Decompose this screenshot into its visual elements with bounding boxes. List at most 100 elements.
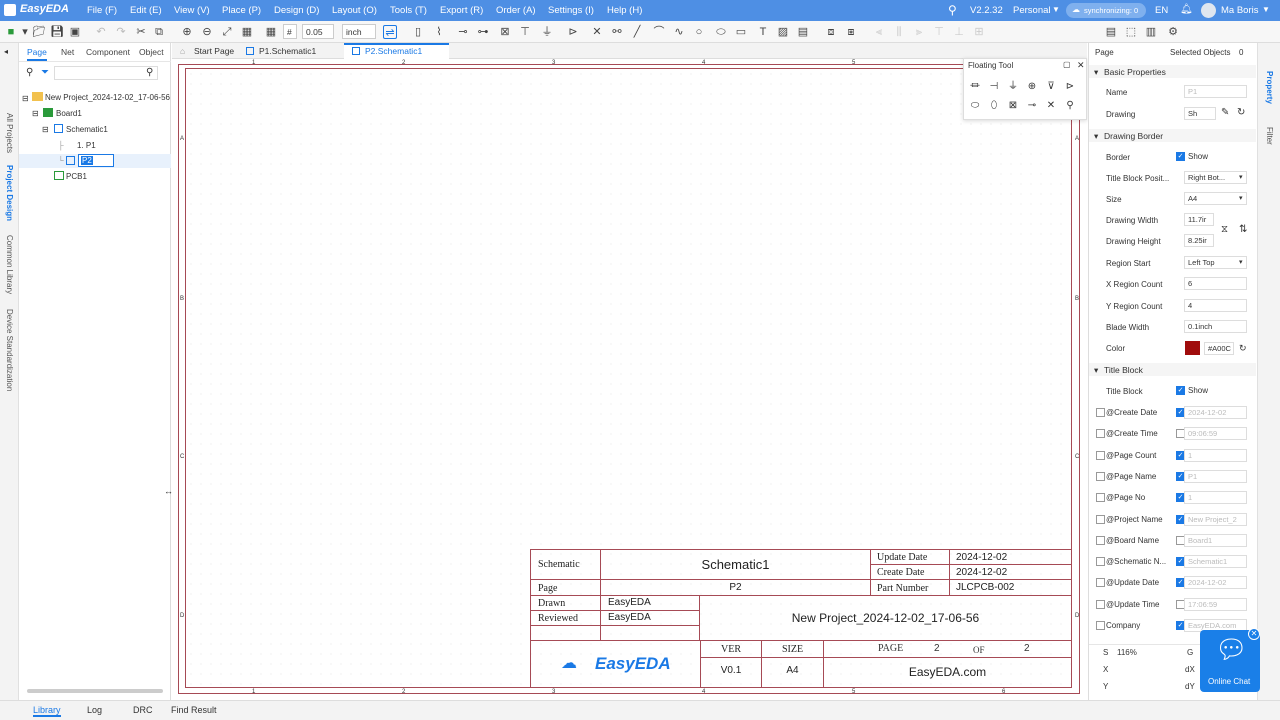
field-value[interactable]: 1 [1184, 448, 1247, 462]
field-value[interactable]: 17:06:59 [1184, 597, 1247, 611]
reset-icon[interactable]: ↻ [1239, 343, 1247, 354]
refresh-icon[interactable]: ↻ [1237, 107, 1245, 118]
chevron-down-icon[interactable]: ▼ [1262, 5, 1270, 14]
tab-find-result[interactable]: Find Result [171, 705, 217, 715]
field-enable-checkbox[interactable] [1096, 408, 1105, 417]
save-icon[interactable]: 💾︎ [50, 25, 64, 39]
image-icon[interactable]: ▨ [776, 25, 790, 39]
align-middle-icon[interactable]: ⊥ [952, 25, 966, 39]
floating-tool[interactable]: Floating Tool ▢ ✕ ⏛ ⊣ ⏚ ⊕ ⊽ ⊳ ⬭ ⬯ ⊠ ⊸ ✕ … [963, 58, 1087, 120]
bus-icon[interactable]: ▯ [411, 25, 425, 39]
tree-schematic[interactable]: Schematic1 [66, 125, 108, 134]
collapse-icon[interactable]: ⊟ [42, 125, 49, 134]
menu-place[interactable]: Place (P) [222, 5, 261, 16]
zoom-in-icon[interactable]: ⊕ [180, 25, 194, 39]
tree-pcb[interactable]: PCB1 [66, 172, 87, 181]
zoom-out-icon[interactable]: ⊖ [200, 25, 214, 39]
title-block[interactable]: Schematic Schematic1 Update Date 2024-12… [530, 549, 1072, 688]
text-icon[interactable]: T [756, 25, 770, 39]
bezier-icon[interactable]: ∿ [672, 25, 686, 39]
new-icon[interactable]: ■ [4, 25, 18, 39]
bom-icon[interactable]: ▤ [1104, 25, 1118, 39]
tab-page[interactable]: Page [27, 47, 47, 61]
tab-drc[interactable]: DRC [133, 705, 153, 715]
swap-icon[interactable]: ⇅ [1239, 224, 1247, 235]
bidir-port-icon[interactable]: ⬯ [987, 99, 1001, 113]
align-right-icon[interactable]: ⫸ [912, 25, 926, 39]
collapse-icon[interactable]: ⊟ [22, 94, 29, 103]
junction-icon[interactable]: ⊸ [1025, 99, 1039, 113]
snap-icon[interactable]: ⇌ [383, 25, 397, 39]
junction-icon[interactable]: ⊤ [518, 25, 532, 39]
search-icon[interactable]: ⚲ [146, 67, 153, 78]
section-title-block[interactable]: Title Block [1104, 365, 1143, 375]
region-start-select[interactable]: Left Top [1184, 256, 1247, 269]
height-field[interactable]: 8.25ir [1184, 234, 1214, 247]
field-value[interactable]: 2024-12-02 [1184, 406, 1247, 419]
probe-icon[interactable]: ⚲ [1063, 99, 1077, 113]
user-name[interactable]: Ma Boris [1221, 5, 1258, 16]
line-icon[interactable]: ╱ [630, 25, 644, 39]
net-port-icon[interactable]: ⊳ [1063, 80, 1077, 94]
align-left-icon[interactable]: ⫷ [872, 25, 886, 39]
netlist-icon[interactable]: ⬚ [1124, 25, 1138, 39]
field-enable-checkbox[interactable] [1096, 535, 1105, 545]
menu-design[interactable]: Design (D) [274, 5, 319, 16]
field-enable-checkbox[interactable] [1096, 514, 1105, 524]
no-connect-flag-icon[interactable]: ✕ [1044, 99, 1058, 113]
collapse-icon[interactable]: ◂ [4, 47, 8, 56]
tab-component[interactable]: Component [86, 47, 130, 57]
tab-p1-schematic[interactable]: P1.Schematic1 [259, 46, 316, 56]
arrow-down-icon[interactable]: ⊽ [1044, 80, 1058, 94]
field-enable-checkbox[interactable] [1096, 493, 1105, 503]
field-value[interactable]: Board1 [1184, 533, 1247, 547]
field-value[interactable]: 09:06:59 [1184, 427, 1247, 441]
tab-common-library[interactable]: Common Library [5, 235, 14, 294]
y-region-count-field[interactable]: 4 [1184, 299, 1247, 312]
field-enable-checkbox[interactable] [1096, 599, 1105, 609]
no-connect-icon[interactable]: ⊠ [1006, 99, 1020, 113]
menu-export[interactable]: Export (R) [440, 5, 483, 16]
fit-icon[interactable]: ⤢ [220, 25, 234, 39]
align-top-icon[interactable]: ⊤ [932, 25, 946, 39]
tab-start-page[interactable]: Start Page [194, 46, 234, 56]
menu-edit[interactable]: Edit (E) [130, 5, 162, 16]
menu-layout[interactable]: Layout (O) [332, 5, 377, 16]
menu-help[interactable]: Help (H) [607, 5, 642, 16]
filter-icon[interactable]: ⏷ [41, 67, 49, 78]
horizontal-scrollbar[interactable] [27, 689, 163, 693]
tab-property[interactable]: Property [1265, 71, 1274, 104]
menu-file[interactable]: File (F) [87, 5, 117, 16]
grid-icon[interactable]: ▦ [264, 25, 278, 39]
lock-ratio-icon[interactable]: ⧖ [1221, 224, 1228, 235]
distribute-icon[interactable]: ⊞ [972, 25, 986, 39]
tree-page-p1[interactable]: 1. P1 [77, 141, 96, 150]
field-enable-checkbox[interactable] [1096, 557, 1105, 567]
save-all-icon[interactable]: ▣ [68, 25, 82, 39]
field-value[interactable]: 2024-12-02 [1184, 576, 1247, 590]
tab-p2-schematic[interactable]: P2.Schematic1 [365, 46, 422, 56]
tab-device-standardization[interactable]: Device Standardization [5, 309, 14, 391]
layers-icon[interactable]: ▥ [1144, 25, 1158, 39]
size-select[interactable]: A4 [1184, 192, 1247, 205]
probe-icon[interactable]: ⚯ [610, 25, 624, 39]
section-drawing-border[interactable]: Drawing Border [1104, 131, 1163, 141]
menu-view[interactable]: View (V) [174, 5, 210, 16]
collapse-icon[interactable]: ⊟ [32, 109, 39, 118]
unit-select[interactable]: inch [342, 24, 376, 39]
undo-icon[interactable]: ↶ [94, 25, 108, 39]
tree-project[interactable]: New Project_2024-12-02_17-06-56 [45, 93, 170, 102]
bell-icon[interactable]: 🔔︎ [1180, 4, 1193, 15]
field-enable-checkbox[interactable] [1096, 621, 1105, 630]
wire-icon[interactable]: ⌇ [432, 25, 446, 39]
plan-dropdown[interactable]: Personal [1013, 5, 1051, 16]
edit-icon[interactable]: ✎ [1221, 107, 1229, 118]
chevron-down-icon[interactable]: ▾ [18, 25, 32, 39]
border-checkbox[interactable]: ✓ [1176, 152, 1185, 161]
x-region-count-field[interactable]: 6 [1184, 277, 1247, 290]
net-label-icon[interactable]: ⊸ [456, 25, 470, 39]
table-icon[interactable]: ▤ [796, 25, 810, 39]
color-field[interactable]: #A00C [1204, 342, 1234, 355]
no-connect-flag-icon[interactable]: ✕ [590, 25, 604, 39]
power-icon[interactable]: ⏚ [540, 25, 554, 39]
